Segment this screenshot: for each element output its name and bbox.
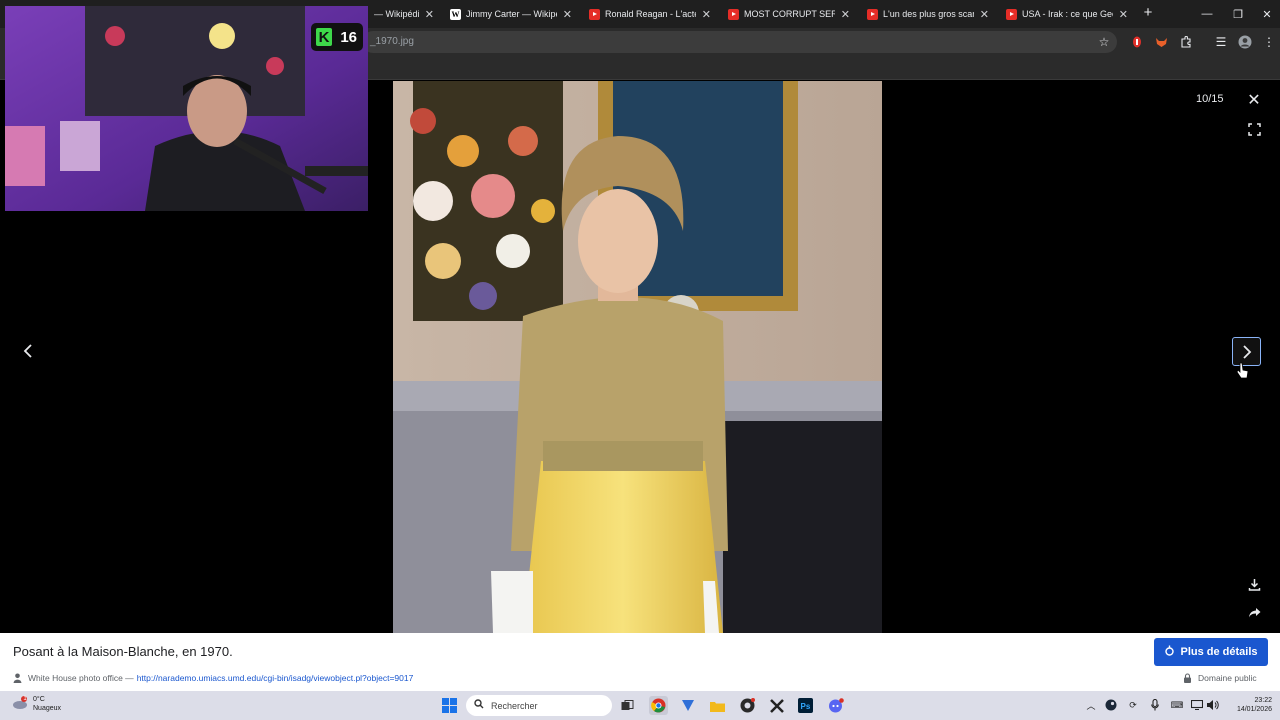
source-link[interactable]: http://narademo.umiacs.umd.edu/cgi-bin/i…	[137, 673, 414, 683]
steam-icon[interactable]	[1105, 699, 1117, 711]
search-placeholder: Rechercher	[491, 700, 538, 711]
sync-icon[interactable]: ⟳	[1127, 699, 1139, 711]
license-info: Domaine public	[1183, 673, 1257, 683]
person-icon	[13, 673, 22, 683]
weather-widget[interactable]: 1 0°C Nuageux	[12, 695, 61, 713]
address-bar[interactable]	[362, 31, 1117, 53]
microphone-icon[interactable]	[1149, 699, 1161, 711]
tab-ronald-reagan[interactable]: Ronald Reagan - L'acteur ✕	[583, 0, 717, 28]
weather-desc: Nuageux	[33, 705, 62, 712]
profile-avatar-icon[interactable]	[1236, 33, 1254, 51]
file-explorer-icon[interactable]	[708, 696, 727, 715]
fullscreen-icon[interactable]	[1243, 118, 1265, 140]
taskbar: 1 0°C Nuageux Rechercher Ps ︿ ⟳ ⌨ 23:22 …	[0, 691, 1280, 720]
lock-icon	[1184, 673, 1191, 683]
download-icon[interactable]	[1243, 573, 1265, 595]
caption-panel: Posant à la Maison-Blanche, en 1970. Plu…	[0, 633, 1280, 691]
close-tab-icon[interactable]: ✕	[841, 8, 850, 21]
search-icon	[474, 699, 484, 712]
youtube-icon	[867, 8, 878, 20]
hand-cursor-icon	[1236, 362, 1249, 379]
system-clock[interactable]: 23:22 14/01/2026	[1228, 696, 1272, 714]
extension-fox-icon[interactable]	[1152, 33, 1170, 51]
close-tab-icon[interactable]: ✕	[980, 8, 989, 21]
network-icon[interactable]	[1191, 699, 1203, 711]
obs-icon[interactable]	[738, 696, 757, 715]
new-tab-icon[interactable]: +	[1140, 5, 1156, 21]
media-controls-icon[interactable]: ☰	[1212, 33, 1230, 51]
source-prefix: White House photo office —	[28, 673, 134, 683]
level-badge: K 16	[311, 23, 363, 51]
youtube-icon	[1006, 8, 1017, 20]
image-caption: Posant à la Maison-Blanche, en 1970.	[13, 644, 233, 659]
image-source: White House photo office — http://narade…	[13, 673, 413, 683]
tab-label: — Wikipédia	[374, 9, 419, 19]
webcam-overlay: K 16	[5, 6, 368, 211]
tray-overflow-icon[interactable]: ︿	[1085, 699, 1097, 711]
photoshop-icon[interactable]: Ps	[796, 696, 815, 715]
extensions-puzzle-icon[interactable]	[1177, 33, 1195, 51]
bookmark-star-icon[interactable]: ☆	[1095, 33, 1113, 51]
tab-label: Ronald Reagan - L'acteur	[605, 9, 696, 19]
restore-icon[interactable]: ❐	[1223, 0, 1253, 28]
tab-label: Jimmy Carter — Wikipédia	[466, 9, 557, 19]
weather-cloud-icon: 1	[12, 696, 28, 712]
tab-scandale[interactable]: L'un des plus gros scandale ✕	[861, 0, 995, 28]
taskbar-search[interactable]: Rechercher	[466, 695, 612, 716]
youtube-icon	[728, 8, 739, 20]
more-details-label: Plus de détails	[1180, 646, 1258, 658]
vpn-app-icon[interactable]	[678, 696, 697, 715]
screen: — Wikipédia ✕ W Jimmy Carter — Wikipédia…	[0, 0, 1280, 720]
clock-time: 23:22	[1254, 697, 1272, 704]
tab-wikipedia-1[interactable]: — Wikipédia ✕	[368, 0, 440, 28]
menu-kebab-icon[interactable]: ⋮	[1260, 33, 1278, 51]
clock-date: 14/01/2026	[1236, 706, 1272, 713]
extension-red-icon[interactable]	[1128, 33, 1146, 51]
license-label[interactable]: Domaine public	[1198, 673, 1257, 683]
tab-label: MOST CORRUPT SERIES	[744, 9, 835, 19]
image-counter: 10/15	[1196, 93, 1224, 105]
url-text[interactable]: _1970.jpg	[370, 32, 414, 52]
share-icon[interactable]	[1243, 601, 1265, 623]
close-tab-icon[interactable]: ✕	[1119, 8, 1128, 21]
tab-label: USA - Irak : ce que Georg	[1022, 9, 1113, 19]
chrome-icon[interactable]	[649, 696, 668, 715]
wikipedia-icon: W	[450, 8, 461, 20]
youtube-icon	[589, 8, 600, 20]
svg-text:Ps: Ps	[801, 702, 811, 711]
more-details-button[interactable]: Plus de détails	[1154, 638, 1268, 666]
tab-label: L'un des plus gros scandale	[883, 9, 974, 19]
tab-usa-irak[interactable]: USA - Irak : ce que Georg ✕	[1000, 0, 1134, 28]
kick-logo-icon: K	[316, 28, 332, 46]
keyboard-layout-icon[interactable]: ⌨	[1171, 699, 1184, 711]
windows-start-icon[interactable]	[440, 696, 459, 715]
task-view-icon[interactable]	[618, 696, 637, 715]
close-window-icon[interactable]: ✕	[1252, 0, 1280, 28]
lens-icon	[1164, 645, 1175, 660]
level-number: 16	[340, 28, 357, 46]
weather-alert-badge: 1	[23, 696, 27, 702]
minimize-icon[interactable]: —	[1192, 0, 1222, 28]
close-tab-icon[interactable]: ✕	[563, 8, 572, 21]
close-tab-icon[interactable]: ✕	[425, 8, 434, 21]
volume-icon[interactable]	[1207, 699, 1219, 711]
portrait-photo	[393, 81, 882, 633]
close-viewer-icon[interactable]: ✕	[1243, 89, 1265, 111]
previous-image-button[interactable]	[14, 337, 42, 365]
weather-temp: 0°C	[33, 696, 45, 703]
discord-icon[interactable]	[826, 696, 845, 715]
tab-most-corrupt[interactable]: MOST CORRUPT SERIES ✕	[722, 0, 856, 28]
close-tab-icon[interactable]: ✕	[702, 8, 711, 21]
capcut-icon[interactable]	[767, 696, 786, 715]
tab-jimmy-carter[interactable]: W Jimmy Carter — Wikipédia ✕	[444, 0, 578, 28]
